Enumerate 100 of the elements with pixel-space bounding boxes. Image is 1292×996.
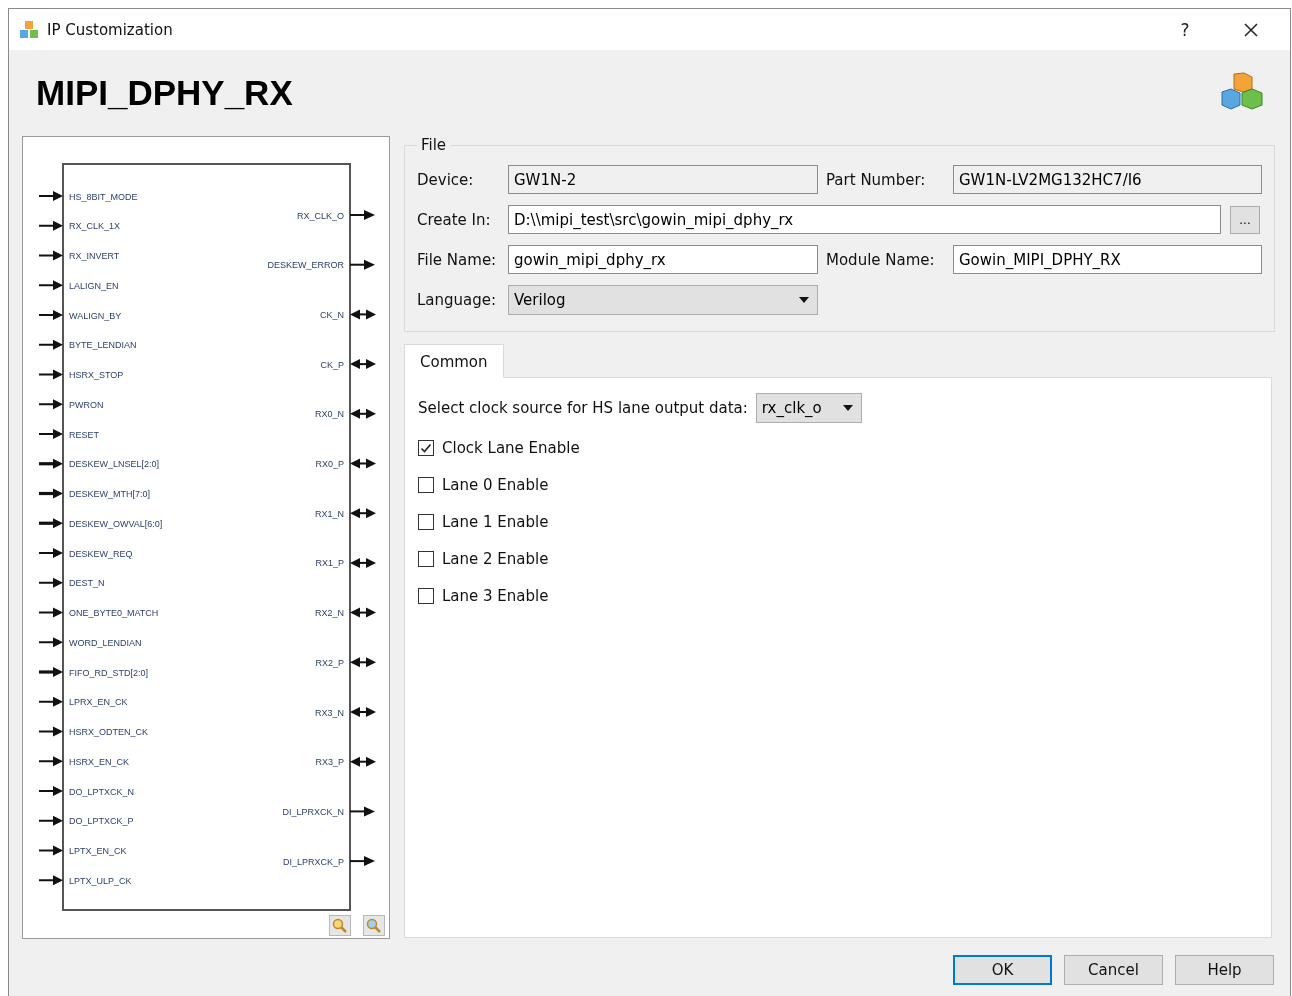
input-arrow [38, 399, 63, 410]
input-arrow [38, 875, 63, 886]
pin-label: DESKEW_LNSEL[2:0] [69, 459, 160, 470]
pin-label: DI_LPRXCK_P [282, 856, 344, 867]
close-icon [1243, 21, 1259, 38]
output-arrow [349, 806, 375, 817]
input-arrow [38, 577, 63, 588]
language-dropdown[interactable]: Verilog [508, 284, 818, 315]
pin-label: LPRX_EN_CK [69, 697, 128, 708]
path-field[interactable]: D:\\mipi_test\src\gowin_mipi_dphy_rx [508, 205, 1221, 234]
module-name-field[interactable]: Gowin_MIPI_DPHY_RX [953, 245, 1262, 274]
browse-button[interactable]: ... [1230, 205, 1260, 234]
help-button[interactable]: ? [1156, 9, 1214, 50]
pin-label: RX3_P [315, 757, 344, 768]
checkbox[interactable]: Lane 3 Enable [418, 584, 1258, 608]
input-arrow [38, 280, 63, 291]
input-arrow [38, 845, 63, 856]
pin-label: PWRON [69, 399, 104, 410]
dialog-button[interactable]: Cancel [1064, 955, 1163, 985]
file-name-field[interactable]: gowin_mipi_dphy_rx [508, 245, 818, 274]
clock-source-dropdown[interactable]: rx_clk_o [755, 392, 862, 423]
input-arrow [38, 250, 63, 261]
bidirectional-arrow [350, 657, 376, 668]
input-arrow [38, 815, 63, 826]
pin-label: RX2_P [315, 657, 344, 668]
magnifier-icon [366, 917, 382, 934]
checkbox[interactable]: Clock Lane Enable [418, 436, 1258, 460]
bidirectional-arrow [350, 508, 376, 519]
field-label: Part Number: [826, 170, 927, 189]
pin-label: CK_N [320, 309, 344, 320]
pin-label: ONE_BYTE0_MATCH [69, 608, 159, 618]
pin-label: HSRX_EN_CK [69, 756, 130, 767]
pin-label: RX_CLK_1X [69, 221, 121, 232]
field-label: Create In: [417, 210, 492, 229]
checkbox[interactable]: Lane 0 Enable [418, 473, 1258, 497]
checkbox[interactable]: Lane 2 Enable [418, 547, 1258, 571]
input-arrow [39, 667, 63, 677]
pin-label: LPTX_ULP_CK [69, 875, 132, 886]
input-arrow [38, 369, 63, 380]
checkbox-box[interactable] [418, 588, 434, 604]
bidirectional-arrow [350, 458, 376, 469]
pin-label: BYTE_LENDIAN [69, 340, 137, 351]
input-arrow [38, 548, 63, 558]
device-field[interactable]: GW1N-2 [508, 165, 818, 194]
pin-label: WALIGN_BY [69, 310, 122, 321]
pin-label: DO_LPTXCK_N [69, 786, 135, 797]
input-arrow [39, 518, 63, 529]
pin-label: RX1_N [315, 508, 344, 519]
input-arrow [38, 339, 63, 350]
bidirectional-arrow [350, 359, 376, 370]
field-label: Select clock source for HS lane output data: [418, 398, 748, 417]
window-title: IP Customization [47, 20, 173, 39]
pin-label: RX3_N [315, 707, 344, 718]
bidirectional-arrow [350, 309, 376, 320]
pin-label: DO_LPTXCK_P [69, 816, 134, 827]
checkbox-box[interactable] [418, 514, 434, 530]
pin-label: RX1_P [315, 558, 344, 569]
bidirectional-arrow [350, 408, 376, 419]
pin-label: RX0_P [315, 459, 344, 469]
pin-label: HSRX_ODTEN_CK [69, 727, 149, 737]
input-arrow [38, 637, 63, 648]
dialog-button[interactable]: Help [1175, 955, 1274, 985]
part-number-field[interactable]: GW1N-LV2MG132HC7/I6 [953, 165, 1262, 194]
pin-label: DESKEW_ERROR [267, 260, 344, 271]
input-arrow [38, 726, 63, 737]
pin-label: HS_8BIT_MODE [69, 191, 138, 202]
pin-label: DEST_N [69, 578, 105, 589]
tab[interactable]: Common [404, 344, 504, 378]
pin-label: DESKEW_REQ [69, 548, 133, 559]
field-label: Device: [417, 170, 475, 189]
pin-label: DI_LPRXCK_N [282, 806, 344, 817]
input-arrow [38, 607, 63, 618]
checkbox-box[interactable] [418, 477, 434, 493]
checkbox-box[interactable] [418, 551, 434, 567]
pin-label: RX0_N [315, 409, 344, 420]
bidirectional-arrow [350, 756, 376, 767]
pin-label: DESKEW_MTH[7:0] [69, 489, 151, 499]
pin-label: LALIGN_EN [69, 280, 119, 291]
checkbox-box[interactable] [418, 440, 434, 456]
group-title: File [420, 136, 448, 154]
magnifier-icon [332, 917, 348, 934]
pin-label: DESKEW_OWVAL[6:0] [69, 518, 163, 529]
checkbox[interactable]: Lane 1 Enable [418, 510, 1258, 534]
input-arrow [38, 756, 63, 767]
ip-heading: MIPI_DPHY_RX [36, 73, 293, 113]
input-arrow [38, 220, 63, 231]
pin-label: HSRX_STOP [69, 370, 124, 380]
pin-label: RESET [69, 429, 99, 440]
input-arrow [38, 429, 63, 439]
output-arrow [349, 259, 375, 270]
input-arrow [38, 310, 63, 320]
pin-label: RX2_N [315, 608, 344, 619]
dropdown-arrow-icon [799, 296, 809, 303]
input-arrow [39, 458, 63, 469]
input-arrow [38, 786, 63, 796]
dialog-button[interactable]: OK [953, 955, 1052, 985]
bidirectional-arrow [350, 607, 376, 618]
bidirectional-arrow [350, 557, 376, 568]
output-arrow [349, 210, 375, 220]
field-label: Language: [417, 290, 498, 309]
